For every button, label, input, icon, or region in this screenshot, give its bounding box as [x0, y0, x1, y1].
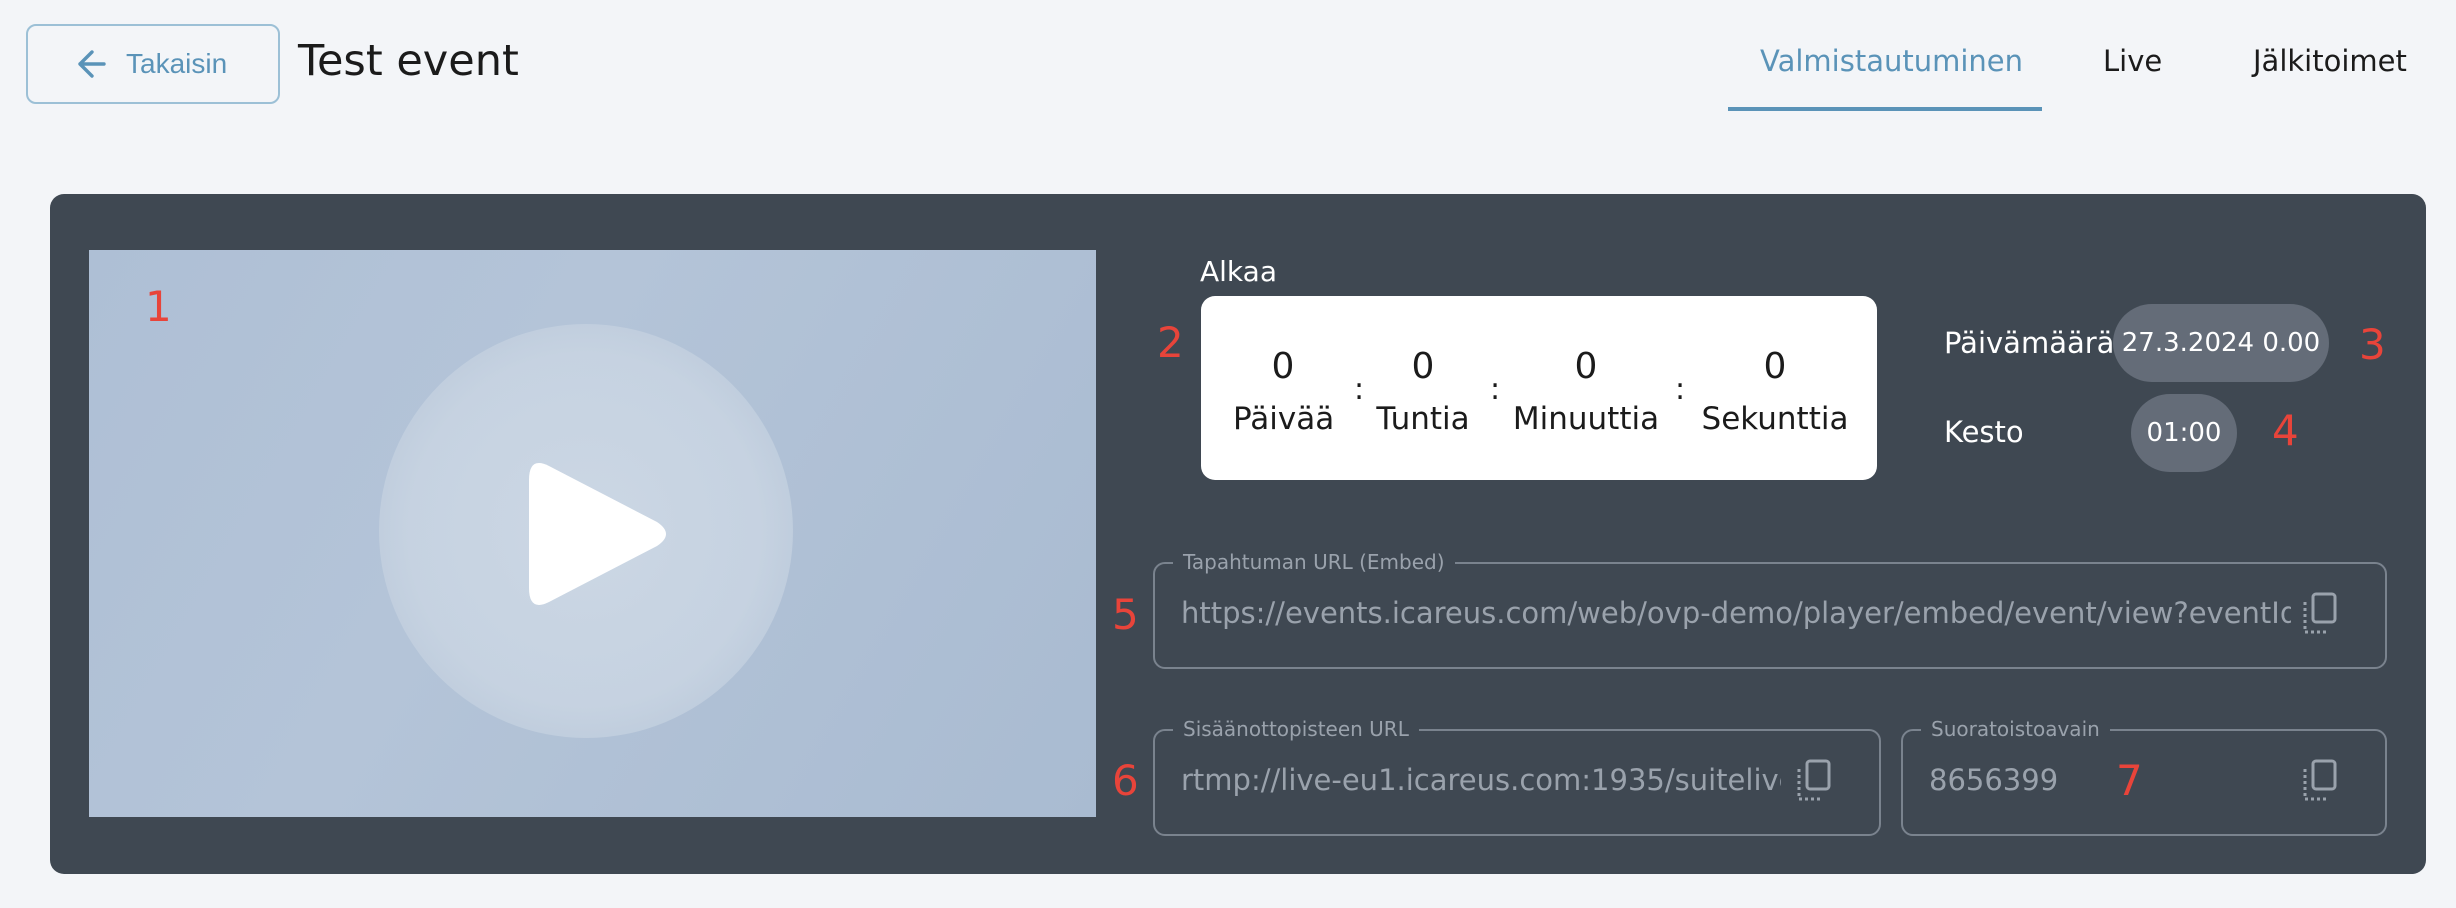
- marker-1: 1: [145, 282, 172, 331]
- countdown-hours-value: 0: [1411, 346, 1435, 387]
- countdown-label: Alkaa: [1200, 255, 1277, 288]
- countdown-separator: :: [1354, 372, 1365, 407]
- countdown-seconds: 0 Sekunttia: [1695, 346, 1855, 437]
- countdown-seconds-value: 0: [1763, 346, 1787, 387]
- tab-live[interactable]: Live: [2103, 44, 2162, 78]
- countdown-days-label: Päivää: [1233, 401, 1335, 437]
- date-label: Päivämäärä: [1944, 326, 2115, 360]
- countdown-minutes: 0 Minuuttia: [1511, 346, 1661, 437]
- duration-label: Kesto: [1944, 415, 2024, 449]
- countdown-days: 0 Päivää: [1233, 346, 1335, 437]
- countdown-minutes-value: 0: [1574, 346, 1598, 387]
- countdown-separator: :: [1675, 372, 1686, 407]
- marker-6: 6: [1112, 756, 1139, 805]
- tab-valmistautuminen[interactable]: Valmistautuminen: [1760, 44, 2023, 78]
- duration-picker[interactable]: 01:00: [2131, 394, 2237, 472]
- play-icon[interactable]: [529, 456, 679, 612]
- countdown-hours-label: Tuntia: [1376, 401, 1470, 437]
- embed-url-value[interactable]: https://events.icareus.com/web/ovp-demo/…: [1181, 596, 2291, 630]
- marker-2: 2: [1157, 318, 1184, 367]
- copy-icon[interactable]: [2301, 759, 2339, 803]
- stream-key-value[interactable]: 8656399: [1929, 763, 2129, 797]
- ingest-url-value[interactable]: rtmp://live-eu1.icareus.com:1935/suiteli…: [1181, 763, 1781, 797]
- back-button-label: Takaisin: [126, 48, 228, 79]
- countdown-box: 0 Päivää : 0 Tuntia : 0 Minuuttia : 0 Se…: [1201, 296, 1877, 480]
- back-button[interactable]: Takaisin: [26, 24, 280, 104]
- marker-5: 5: [1112, 590, 1139, 639]
- page-title: Test event: [298, 36, 519, 86]
- marker-4: 4: [2272, 406, 2299, 455]
- embed-url-field[interactable]: Tapahtuman URL (Embed) https://events.ic…: [1153, 550, 2387, 669]
- copy-icon[interactable]: [2301, 592, 2339, 636]
- arrow-left-icon: [78, 50, 106, 78]
- countdown-hours: 0 Tuntia: [1373, 346, 1473, 437]
- countdown-seconds-label: Sekunttia: [1701, 401, 1849, 437]
- video-player[interactable]: [89, 250, 1096, 817]
- countdown-minutes-label: Minuuttia: [1512, 401, 1660, 437]
- countdown-separator: :: [1490, 372, 1501, 407]
- stream-key-label: Suoratoistoavain: [1921, 717, 2110, 741]
- countdown-days-value: 0: [1271, 346, 1295, 387]
- active-tab-indicator: [1728, 107, 2042, 111]
- tab-jalkitoimet[interactable]: Jälkitoimet: [2253, 44, 2407, 78]
- marker-3: 3: [2359, 320, 2386, 369]
- embed-url-label: Tapahtuman URL (Embed): [1173, 550, 1455, 574]
- ingest-url-label: Sisäänottopisteen URL: [1173, 717, 1419, 741]
- copy-icon[interactable]: [1795, 759, 1833, 803]
- date-picker[interactable]: 27.3.2024 0.00: [2113, 304, 2329, 382]
- ingest-url-field[interactable]: Sisäänottopisteen URL rtmp://live-eu1.ic…: [1153, 717, 1881, 836]
- stream-key-field[interactable]: Suoratoistoavain 8656399: [1901, 717, 2387, 836]
